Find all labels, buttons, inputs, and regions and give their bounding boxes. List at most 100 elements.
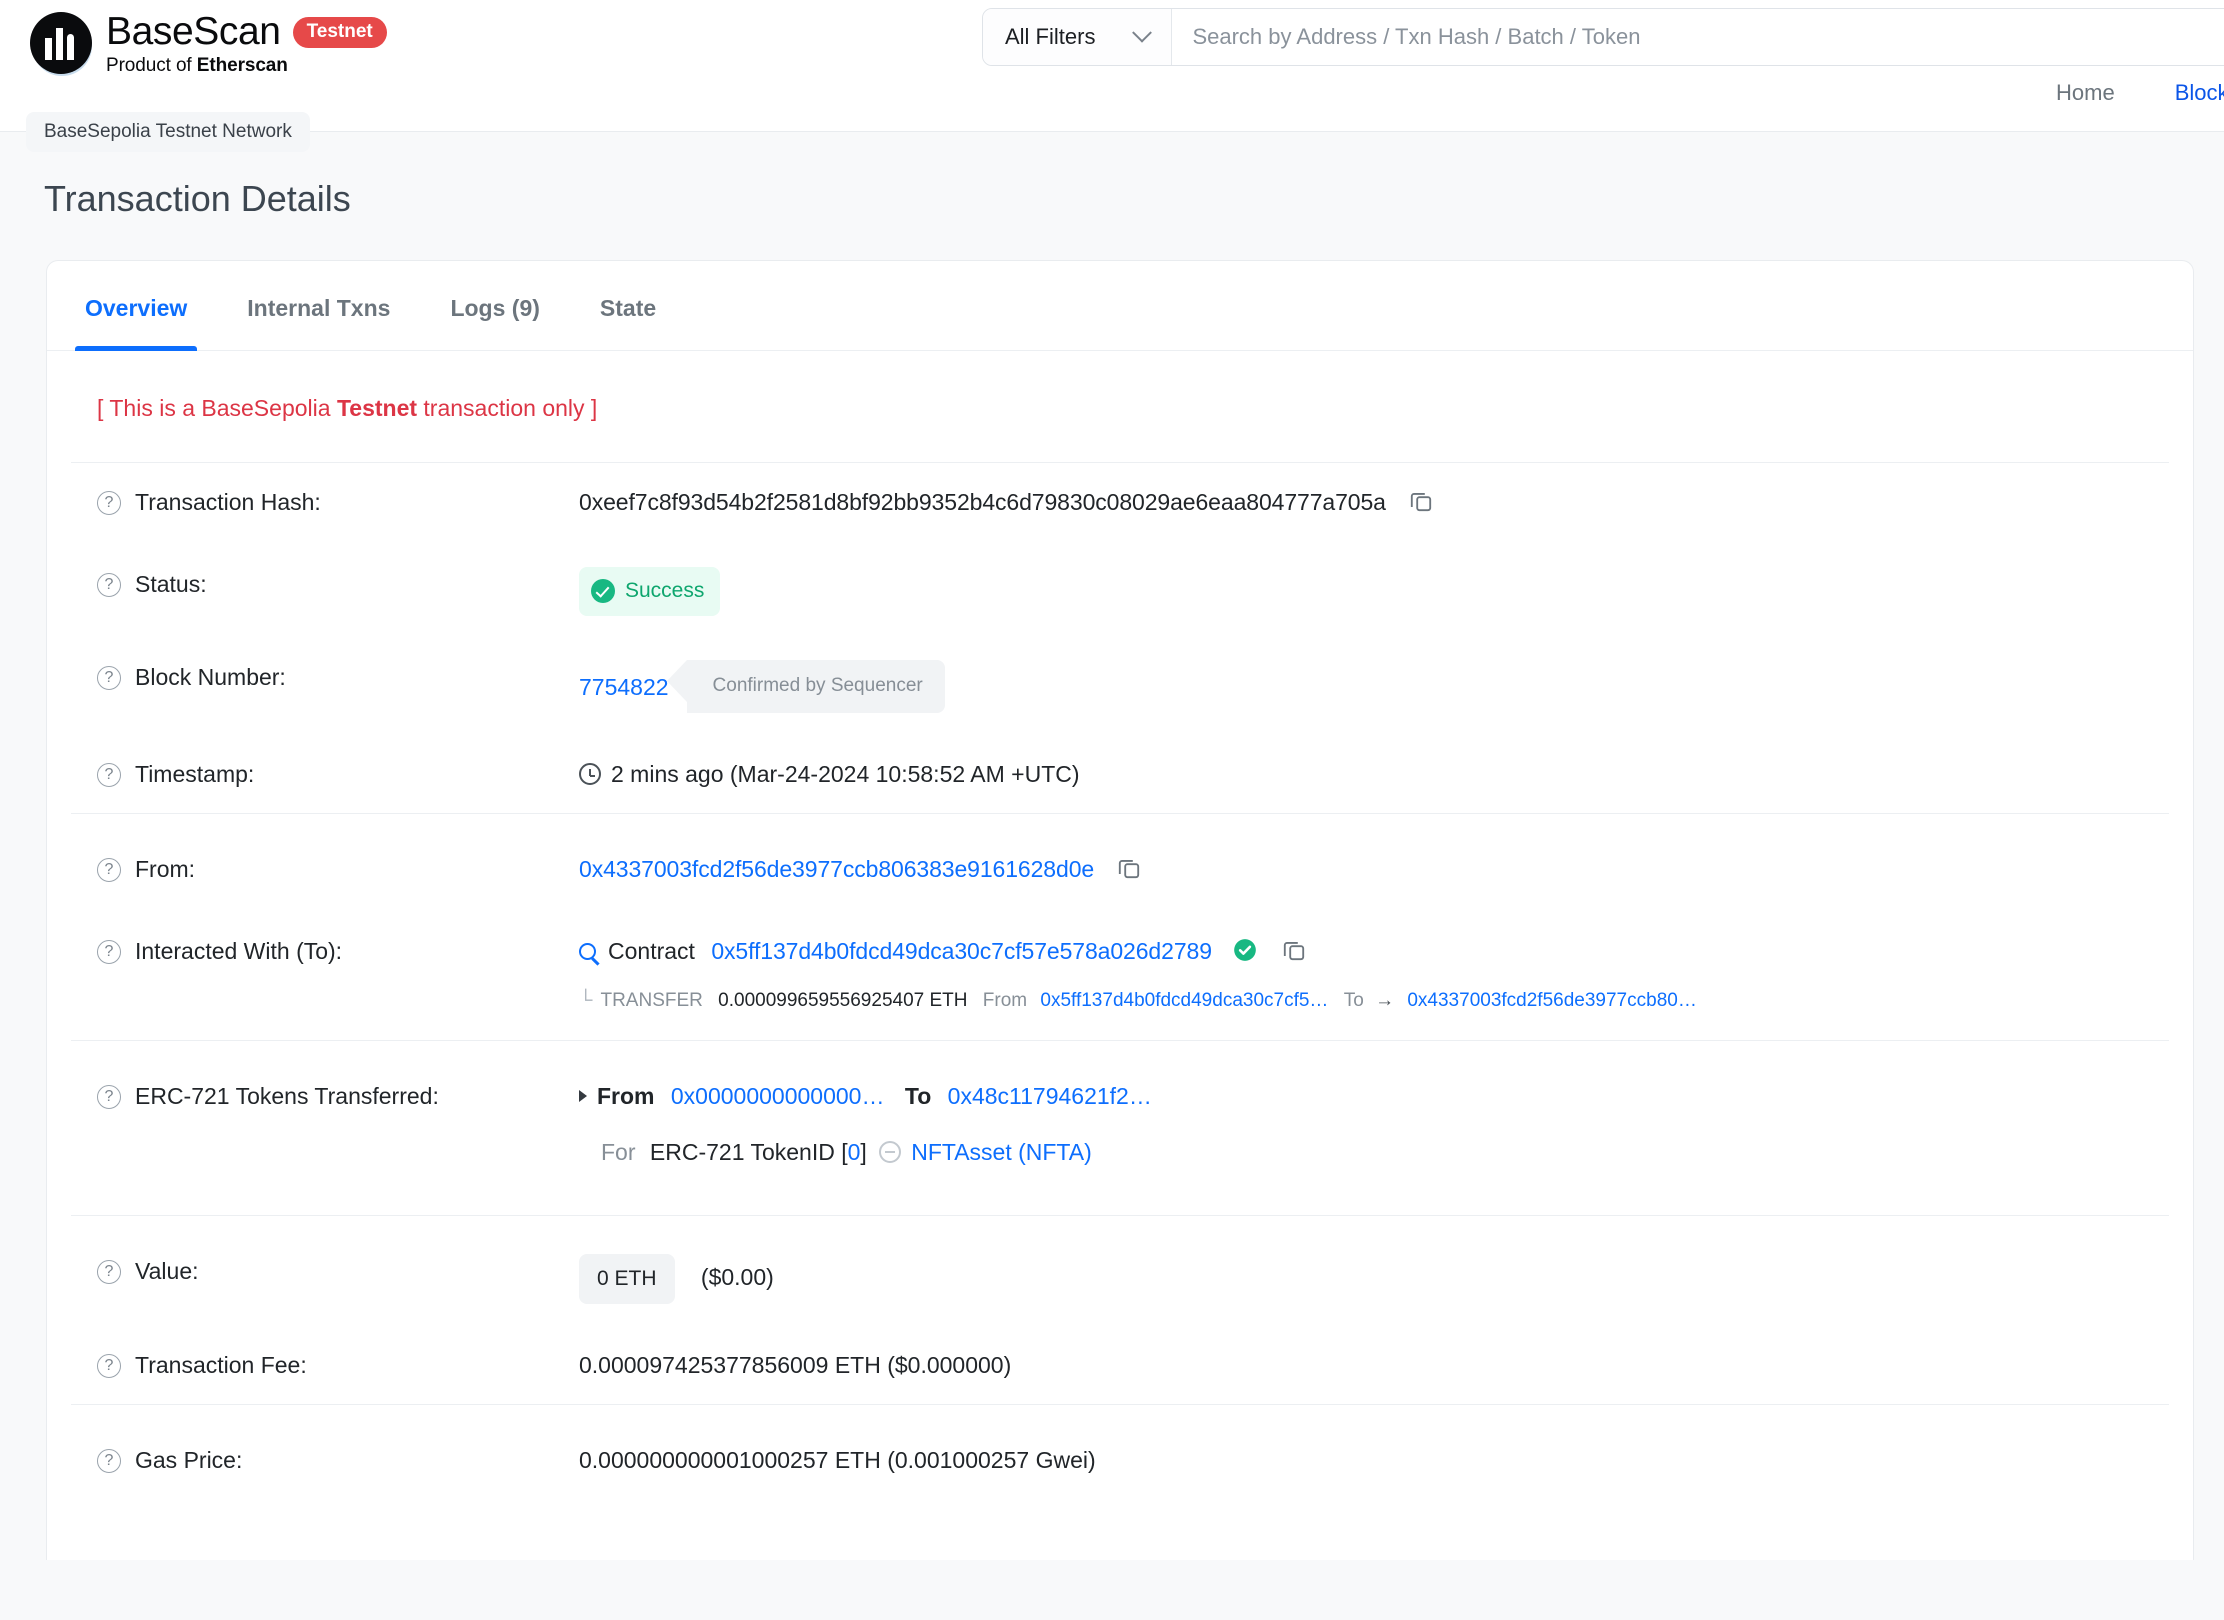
- page-container: Transaction Details Overview Internal Tx…: [0, 132, 2224, 1620]
- timestamp-text: 2 mins ago (Mar-24-2024 10:58:52 AM +UTC…: [611, 761, 1080, 787]
- help-icon[interactable]: ?: [97, 1260, 121, 1284]
- value-usd: ($0.00): [700, 1264, 774, 1290]
- caret-right-icon[interactable]: [579, 1090, 587, 1102]
- copy-icon[interactable]: [1281, 937, 1307, 972]
- erc721-transfer-line: From 0x0000000000000… To 0x48c11794621f2…: [579, 1079, 2169, 1113]
- help-icon[interactable]: ?: [97, 1354, 121, 1378]
- verified-check-icon: [1232, 937, 1258, 972]
- label-value: ? Value:: [97, 1254, 579, 1288]
- value-transaction-fee: 0.000097425377856009 ETH ($0.000000): [579, 1352, 1012, 1378]
- value-erc721: From 0x0000000000000… To 0x48c11794621f2…: [579, 1079, 2169, 1169]
- transfer-from-link[interactable]: 0x5ff137d4b0fdcd49dca30c7cf5…: [1040, 990, 1328, 1011]
- help-icon[interactable]: ?: [97, 573, 121, 597]
- label-interacted-with: ? Interacted With (To):: [97, 934, 579, 968]
- label-from: ? From:: [97, 852, 579, 886]
- label-transaction-hash: ? Transaction Hash:: [97, 485, 579, 519]
- row-transaction-fee: ? Transaction Fee: 0.000097425377856009 …: [71, 1326, 2169, 1404]
- value-timestamp: 2 mins ago (Mar-24-2024 10:58:52 AM +UTC…: [579, 757, 2169, 791]
- row-timestamp: ? Timestamp: 2 mins ago (Mar-24-2024 10:…: [71, 735, 2169, 813]
- search-input[interactable]: [1172, 9, 2224, 65]
- token-placeholder-icon: [879, 1141, 902, 1163]
- from-address-link[interactable]: 0x4337003fcd2f56de3977ccb806383e9161628d…: [579, 856, 1094, 882]
- erc721-from-word: From: [597, 1083, 655, 1109]
- erc721-from-link[interactable]: 0x0000000000000…: [671, 1083, 885, 1109]
- help-icon[interactable]: ?: [97, 666, 121, 690]
- transfer-word: TRANSFER: [600, 990, 703, 1011]
- internal-transfer-line: └ TRANSFER 0.000099659556925407 ETH From …: [579, 984, 2169, 1018]
- transfer-to-link[interactable]: 0x4337003fcd2f56de3977ccb80…: [1407, 990, 1696, 1011]
- value-block-number: 7754822 Confirmed by Sequencer: [579, 660, 2169, 713]
- nav-item-home[interactable]: Home: [2056, 80, 2115, 106]
- nav-item-blockchain[interactable]: Blockcha: [2175, 80, 2224, 106]
- brand-logo[interactable]: BaseScan Testnet Product of Etherscan: [30, 10, 387, 77]
- overview-panel: [ This is a BaseSepolia Testnet transact…: [47, 351, 2193, 1499]
- label-text: Value:: [135, 1258, 199, 1284]
- copy-icon[interactable]: [1408, 488, 1434, 523]
- brand-name: BaseScan: [106, 10, 281, 53]
- contract-word: Contract: [608, 938, 695, 964]
- chevron-down-icon: [1132, 22, 1153, 43]
- label-erc721: ? ERC-721 Tokens Transferred:: [97, 1079, 579, 1113]
- transfer-to-word: To: [1343, 990, 1364, 1011]
- row-erc721-transfers: ? ERC-721 Tokens Transferred: From 0x000…: [71, 1040, 2169, 1215]
- value-from: 0x4337003fcd2f56de3977ccb806383e9161628d…: [579, 852, 2169, 890]
- search-bar: All Filters: [982, 8, 2224, 66]
- brand-subtitle: Product of Etherscan: [106, 55, 387, 77]
- label-text: Transaction Hash:: [135, 489, 321, 515]
- help-icon[interactable]: ?: [97, 1449, 121, 1473]
- testnet-notice-strong: Testnet: [336, 395, 418, 421]
- help-icon[interactable]: ?: [97, 491, 121, 515]
- details-list: ? Transaction Hash: 0xeef7c8f93d54b2f258…: [71, 462, 2169, 1499]
- tab-logs[interactable]: Logs (9): [420, 261, 569, 350]
- erc721-token-line: For ERC-721 TokenID [0] NFTAsset (NFTA): [579, 1135, 2169, 1169]
- transaction-hash-text: 0xeef7c8f93d54b2f2581d8bf92bb9352b4c6d79…: [579, 489, 1386, 515]
- tab-internal-txns[interactable]: Internal Txns: [217, 261, 420, 350]
- row-value: ? Value: 0 ETH ($0.00): [71, 1215, 2169, 1326]
- clock-icon: [579, 763, 601, 785]
- erc721-token-name-link[interactable]: NFTAsset (NFTA): [911, 1139, 1092, 1165]
- help-icon[interactable]: ?: [97, 763, 121, 787]
- erc721-token-id-link[interactable]: 0: [848, 1139, 861, 1165]
- row-transaction-hash: ? Transaction Hash: 0xeef7c8f93d54b2f258…: [71, 462, 2169, 545]
- erc721-to-link[interactable]: 0x48c11794621f2…: [948, 1083, 1152, 1109]
- erc721-for-word: For: [601, 1139, 636, 1165]
- testnet-notice-prefix: [ This is a BaseSepolia: [97, 395, 337, 421]
- magnifier-icon[interactable]: [579, 943, 596, 960]
- erc721-to-word: To: [904, 1083, 932, 1109]
- all-filters-label: All Filters: [1005, 24, 1096, 49]
- site-header: BaseScan Testnet Product of Etherscan Ba…: [0, 0, 2224, 152]
- network-pill[interactable]: BaseSepolia Testnet Network: [26, 112, 310, 152]
- tab-overview[interactable]: Overview: [55, 261, 217, 351]
- label-gas-price: ? Gas Price:: [97, 1443, 579, 1477]
- copy-icon[interactable]: [1116, 855, 1142, 890]
- label-text: From:: [135, 856, 196, 882]
- tab-state[interactable]: State: [570, 261, 686, 350]
- label-text: Timestamp:: [135, 761, 255, 787]
- row-interacted-with: ? Interacted With (To): Contract 0x5ff13…: [71, 912, 2169, 1040]
- transfer-amount: 0.000099659556925407 ETH: [718, 990, 968, 1011]
- success-check-icon: [591, 579, 615, 603]
- transaction-card: Overview Internal Txns Logs (9) State [ …: [46, 260, 2194, 1560]
- brand-subtitle-strong: Etherscan: [196, 55, 288, 76]
- contract-address-link[interactable]: 0x5ff137d4b0fdcd49dca30c7cf57e578a026d27…: [711, 938, 1212, 964]
- label-text: Status:: [135, 571, 207, 597]
- label-text: Interacted With (To):: [135, 938, 343, 964]
- help-icon[interactable]: ?: [97, 1085, 121, 1109]
- value-interacted-with: Contract 0x5ff137d4b0fdcd49dca30c7cf57e5…: [579, 934, 2169, 1018]
- all-filters-dropdown[interactable]: All Filters: [983, 9, 1173, 65]
- row-gas-price: ? Gas Price: 0.000000000001000257 ETH (0…: [71, 1404, 2169, 1499]
- testnet-badge: Testnet: [292, 16, 387, 48]
- value-eth-chip: 0 ETH: [579, 1254, 675, 1304]
- label-text: ERC-721 Tokens Transferred:: [135, 1083, 439, 1109]
- testnet-notice-suffix: transaction only ]: [417, 395, 598, 421]
- help-icon[interactable]: ?: [97, 858, 121, 882]
- row-from: ? From: 0x4337003fcd2f56de3977ccb806383e…: [71, 813, 2169, 912]
- help-icon[interactable]: ?: [97, 940, 121, 964]
- label-text: Gas Price:: [135, 1447, 243, 1473]
- tab-bar: Overview Internal Txns Logs (9) State: [47, 261, 2193, 351]
- testnet-notice: [ This is a BaseSepolia Testnet transact…: [71, 351, 2169, 462]
- transfer-from-word: From: [982, 990, 1028, 1011]
- page-title: Transaction Details: [44, 178, 351, 219]
- basescan-logo-icon: [30, 12, 92, 76]
- block-number-link[interactable]: 7754822: [579, 670, 669, 704]
